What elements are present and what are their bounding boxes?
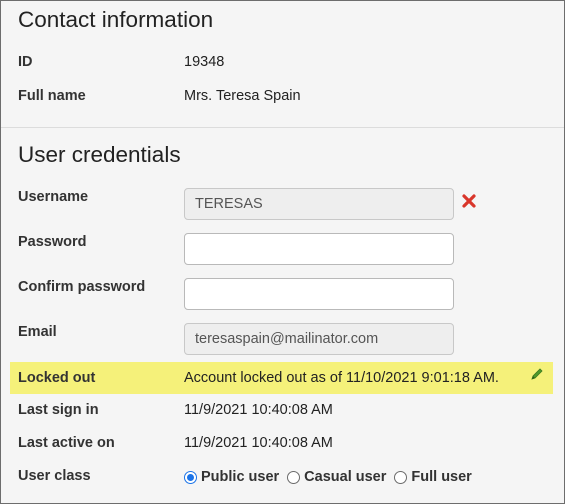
locked-out-value: Account locked out as of 11/10/2021 9:01… bbox=[184, 370, 499, 386]
email-label: Email bbox=[18, 324, 57, 340]
user-details-panel: Contact information ID 19348 Full name M… bbox=[0, 0, 565, 504]
password-field[interactable] bbox=[184, 233, 454, 265]
full-name-row: Full name Mrs. Teresa Spain bbox=[1, 87, 564, 119]
section-divider bbox=[1, 127, 564, 128]
radio-public-user-label: Public user bbox=[201, 469, 280, 485]
last-sign-in-value: 11/9/2021 10:40:08 AM bbox=[184, 402, 333, 418]
id-row: ID 19348 bbox=[1, 53, 564, 85]
credentials-section-title: User credentials bbox=[18, 142, 181, 167]
id-label: ID bbox=[18, 54, 33, 70]
confirm-password-label: Confirm password bbox=[18, 279, 146, 295]
user-class-label: User class bbox=[18, 468, 91, 484]
clear-username-icon[interactable] bbox=[461, 193, 477, 209]
radio-public-user[interactable]: Public user bbox=[184, 469, 279, 485]
last-sign-in-label: Last sign in bbox=[18, 402, 99, 418]
radio-casual-user[interactable]: Casual user bbox=[287, 469, 386, 485]
full-name-value: Mrs. Teresa Spain bbox=[184, 88, 301, 104]
radio-full-user-dot[interactable] bbox=[394, 470, 408, 484]
full-name-label: Full name bbox=[18, 88, 86, 104]
last-active-label: Last active on bbox=[18, 435, 115, 451]
password-label: Password bbox=[18, 234, 87, 250]
username-field[interactable] bbox=[184, 188, 454, 220]
confirm-password-field[interactable] bbox=[184, 278, 454, 310]
radio-casual-user-label: Casual user bbox=[304, 469, 387, 485]
radio-public-user-dot[interactable] bbox=[184, 470, 197, 484]
user-class-radio-group: Public user Casual user Full user bbox=[184, 468, 480, 486]
radio-casual-user-dot[interactable] bbox=[287, 470, 301, 484]
last-active-value: 11/9/2021 10:40:08 AM bbox=[184, 435, 333, 451]
id-value: 19348 bbox=[184, 54, 225, 70]
pencil-icon[interactable] bbox=[530, 367, 544, 381]
username-label: Username bbox=[18, 189, 89, 205]
radio-full-user[interactable]: Full user bbox=[394, 469, 472, 485]
locked-out-label: Locked out bbox=[18, 370, 96, 386]
contact-section-title: Contact information bbox=[18, 7, 214, 32]
email-field[interactable] bbox=[184, 323, 454, 355]
radio-full-user-label: Full user bbox=[411, 469, 472, 485]
